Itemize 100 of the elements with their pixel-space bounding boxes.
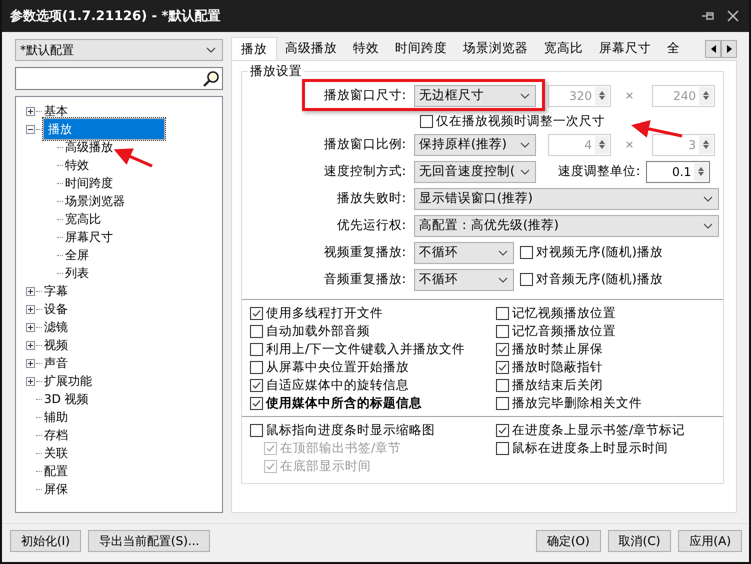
chevron-icon bbox=[498, 250, 508, 256]
checkbox[interactable] bbox=[250, 306, 263, 320]
checkbox[interactable] bbox=[520, 246, 533, 259]
dropdown[interactable]: 不循环 bbox=[414, 268, 514, 290]
scroll-left-button[interactable] bbox=[705, 40, 721, 58]
checkbox-label: 利用上/下一文件键载入并播放文件 bbox=[266, 340, 466, 358]
checkbox[interactable] bbox=[496, 424, 509, 436]
checkbox-label: 鼠标在进度条上时显示时间 bbox=[512, 440, 668, 456]
tree-item[interactable]: 基本 bbox=[43, 103, 69, 119]
checkbox[interactable] bbox=[250, 360, 263, 374]
field-label: 速度调整单位: bbox=[558, 163, 640, 180]
tree-item[interactable]: 屏保 bbox=[43, 481, 69, 497]
dialog-button[interactable]: 确定(O) bbox=[536, 530, 601, 552]
checkbox[interactable] bbox=[496, 342, 509, 356]
expander-icon[interactable] bbox=[26, 322, 35, 332]
checkbox[interactable] bbox=[496, 378, 509, 392]
dropdown[interactable]: 无回音速度控制( bbox=[414, 160, 536, 182]
checkbox[interactable] bbox=[496, 442, 509, 454]
expander-icon[interactable] bbox=[26, 304, 35, 314]
spinner-arrows-icon[interactable] bbox=[694, 162, 708, 180]
search-field[interactable] bbox=[15, 67, 223, 90]
expander-icon[interactable] bbox=[26, 376, 35, 386]
dialog-button[interactable]: 应用(A) bbox=[678, 530, 742, 552]
tree-item[interactable]: 特效 bbox=[64, 157, 90, 173]
tree-item[interactable]: 配置 bbox=[43, 463, 69, 479]
times-sign: × bbox=[624, 138, 636, 151]
checkbox[interactable] bbox=[250, 324, 263, 338]
tree-item[interactable]: 时间跨度 bbox=[64, 175, 114, 191]
checkbox[interactable] bbox=[496, 324, 509, 338]
dropdown[interactable]: 高配置：高优先级(推荐) bbox=[414, 214, 719, 236]
close-icon[interactable] bbox=[727, 10, 739, 22]
dialog-button[interactable]: 取消(C) bbox=[608, 530, 672, 552]
spinner-arrows-icon[interactable] bbox=[699, 86, 713, 104]
dropdown[interactable]: 显示错误窗口(推荐) bbox=[414, 188, 719, 210]
number-spinner[interactable]: 0.1 bbox=[646, 160, 710, 182]
tab[interactable]: 场景浏览器 bbox=[455, 38, 536, 60]
expander-icon[interactable] bbox=[26, 124, 35, 134]
tree-item[interactable]: 播放 bbox=[43, 118, 165, 140]
checkbox-label: 使用媒体中所含的标题信息 bbox=[266, 394, 422, 412]
checkbox[interactable] bbox=[250, 424, 263, 436]
tree-item[interactable]: 全屏 bbox=[64, 247, 90, 263]
field-label: 播放失败时: bbox=[336, 190, 407, 207]
tab[interactable]: 特效 bbox=[345, 38, 387, 60]
tree-item[interactable]: 辅助 bbox=[43, 409, 69, 425]
checkbox[interactable] bbox=[496, 396, 509, 410]
dropdown[interactable]: 不循环 bbox=[414, 242, 514, 264]
chevron-icon bbox=[520, 168, 530, 174]
expander-icon[interactable] bbox=[26, 106, 35, 116]
tree-item[interactable]: 关联 bbox=[43, 445, 69, 461]
checkbox[interactable] bbox=[250, 396, 263, 410]
checkbox[interactable] bbox=[496, 360, 509, 374]
tree-item[interactable]: 字幕 bbox=[43, 283, 69, 299]
expander-icon[interactable] bbox=[26, 340, 35, 350]
tree-item[interactable]: 列表 bbox=[64, 265, 90, 281]
expander-icon[interactable] bbox=[26, 286, 35, 296]
checkbox[interactable] bbox=[250, 342, 263, 356]
window-title: 参数选项(1.7.21126) - *默认配置 bbox=[10, 8, 220, 25]
dialog-button[interactable]: 初始化(I) bbox=[10, 530, 81, 552]
scroll-right-button[interactable] bbox=[721, 40, 737, 58]
checkbox-label: 使用多线程打开文件 bbox=[266, 304, 383, 322]
search-icon bbox=[202, 70, 220, 88]
checkbox[interactable] bbox=[250, 378, 263, 392]
field-label: 速度控制方式: bbox=[322, 163, 407, 180]
tree-item[interactable]: 宽高比 bbox=[64, 211, 102, 227]
field-label: 播放窗口尺寸: bbox=[322, 87, 407, 104]
field-label: 视频重复播放: bbox=[322, 244, 407, 261]
checkbox-label: 自适应媒体中的旋转信息 bbox=[266, 376, 409, 394]
profile-dropdown[interactable]: *默认配置 bbox=[15, 39, 223, 61]
checkbox-label: 在顶部输出书签/章节 bbox=[280, 440, 402, 456]
tree-item[interactable]: 视频 bbox=[43, 337, 69, 353]
annotation-arrow bbox=[114, 148, 153, 168]
checkbox-label: 自动加载外部音频 bbox=[266, 322, 370, 340]
tree-item[interactable]: 3D 视频 bbox=[43, 391, 90, 407]
tab[interactable]: 宽高比 bbox=[536, 38, 591, 60]
dialog-button[interactable]: 导出当前配置(S)... bbox=[88, 530, 210, 552]
checkbox-label: 仅在播放视频时调整一次尺寸 bbox=[436, 112, 605, 130]
tree-item[interactable]: 屏幕尺寸 bbox=[64, 229, 114, 245]
spinner-arrows-icon[interactable] bbox=[699, 136, 713, 154]
tab[interactable]: 播放 bbox=[231, 37, 277, 60]
expander-icon[interactable] bbox=[26, 358, 35, 368]
checkbox[interactable] bbox=[520, 273, 533, 286]
tree-item[interactable]: 设备 bbox=[43, 301, 69, 317]
tree-item[interactable]: 扩展功能 bbox=[43, 373, 93, 389]
checkbox-label: 对音频无序(随机)播放 bbox=[536, 271, 663, 288]
tab[interactable]: 屏幕尺寸 bbox=[591, 38, 659, 60]
tab[interactable]: 高级播放 bbox=[277, 38, 345, 60]
tree-item[interactable]: 滤镜 bbox=[43, 319, 69, 335]
tree-item[interactable]: 高级播放 bbox=[64, 139, 114, 155]
tab[interactable]: 全 bbox=[659, 38, 688, 60]
tab[interactable]: 时间跨度 bbox=[387, 38, 455, 60]
tree-item[interactable]: 场景浏览器 bbox=[64, 193, 126, 209]
checkbox[interactable] bbox=[496, 306, 509, 320]
pin-icon[interactable] bbox=[701, 10, 715, 22]
checkbox-label: 鼠标指向进度条时显示缩略图 bbox=[266, 422, 435, 438]
checkbox-label: 在进度条上显示书签/章节标记 bbox=[512, 422, 686, 438]
tree-item[interactable]: 声音 bbox=[43, 355, 69, 371]
left-arrow-icon bbox=[710, 45, 716, 53]
checkbox[interactable] bbox=[420, 114, 433, 128]
field-label: 优先运行权: bbox=[336, 217, 407, 234]
tree-item[interactable]: 存档 bbox=[43, 427, 69, 443]
